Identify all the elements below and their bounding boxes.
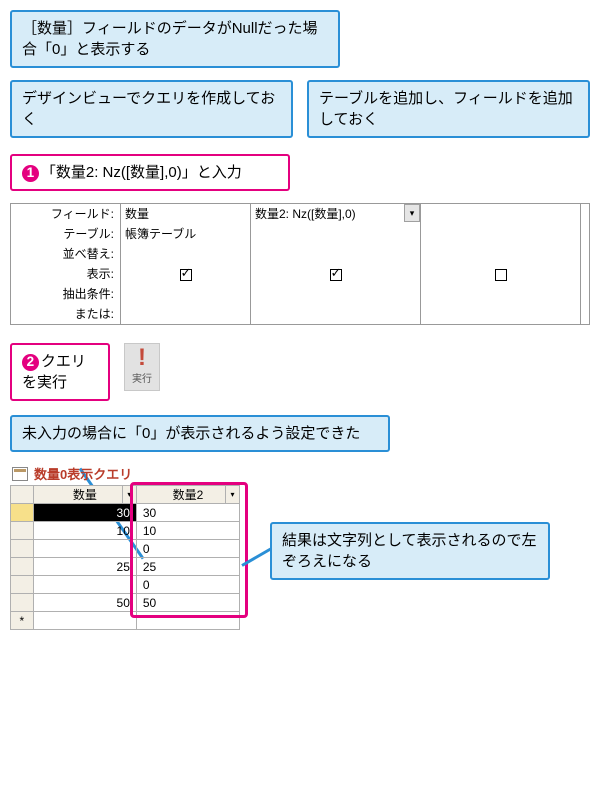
dg-table-1[interactable] <box>251 224 421 244</box>
query-design-grid[interactable]: フィールド: 数量 数量2: Nz([数量],0) ▾ テーブル: 帳簿テーブル… <box>10 203 590 325</box>
dg-criteria-0[interactable] <box>121 284 251 304</box>
dg-sort-1[interactable] <box>251 244 421 264</box>
callout-prep-left: デザインビューでクエリを作成しておく <box>10 80 293 138</box>
result-table[interactable]: 数量▾ 数量2▾ 30 30 10 10 0 25 25 <box>10 485 240 630</box>
callout-intro: ［数量］フィールドのデータがNullだった場合「0」と表示する <box>10 10 340 68</box>
dg-criteria-1[interactable] <box>251 284 421 304</box>
dg-field-1[interactable]: 数量2: Nz([数量],0) ▾ <box>251 204 421 224</box>
chevron-down-icon[interactable]: ▾ <box>122 486 136 503</box>
checkbox-icon[interactable] <box>180 269 192 281</box>
table-row[interactable]: 25 25 <box>11 558 240 576</box>
callout-step1: 1「数量2: Nz([数量],0)」と入力 <box>10 154 290 191</box>
dg-or-1[interactable] <box>251 304 421 324</box>
callout-result-note-text: 未入力の場合に「0」が表示されるよう設定できた <box>22 425 360 442</box>
dg-field-0[interactable]: 数量 <box>121 204 251 224</box>
callout-align-note: 結果は文字列として表示されるので左ぞろえになる <box>270 522 550 580</box>
dg-table-2[interactable] <box>421 224 581 244</box>
callout-step1-text: 「数量2: Nz([数量],0)」と入力 <box>41 164 242 181</box>
dg-or-0[interactable] <box>121 304 251 324</box>
dg-sort-2[interactable] <box>421 244 581 264</box>
datasheet-icon <box>12 467 28 481</box>
run-icon: ! <box>125 348 159 368</box>
result-tab[interactable]: 数量0表示クエリ <box>10 464 590 483</box>
dg-label-criteria: 抽出条件: <box>11 284 121 304</box>
result-tab-title: 数量0表示クエリ <box>34 464 132 483</box>
callout-prep-right-text: テーブルを追加し、フィールドを追加しておく <box>319 90 573 128</box>
table-row[interactable]: 0 <box>11 540 240 558</box>
row-selector[interactable] <box>11 594 34 612</box>
row-selector[interactable] <box>11 576 34 594</box>
dg-show-0[interactable] <box>121 264 251 284</box>
row-selector[interactable] <box>11 540 34 558</box>
checkbox-icon[interactable] <box>330 269 342 281</box>
checkbox-icon[interactable] <box>495 269 507 281</box>
row-selector-header <box>11 486 34 504</box>
callout-prep-left-text: デザインビューでクエリを作成しておく <box>22 90 275 128</box>
dg-label-show: 表示: <box>11 264 121 284</box>
row-selector[interactable] <box>11 558 34 576</box>
dg-label-sort: 並べ替え: <box>11 244 121 264</box>
dg-sort-0[interactable] <box>121 244 251 264</box>
dg-show-1[interactable] <box>251 264 421 284</box>
callout-align-note-text: 結果は文字列として表示されるので左ぞろえになる <box>282 532 537 570</box>
callout-result-note: 未入力の場合に「0」が表示されるよう設定できた <box>10 415 390 452</box>
dg-label-field: フィールド: <box>11 204 121 224</box>
callout-prep-right: テーブルを追加し、フィールドを追加しておく <box>307 80 590 138</box>
dg-table-0[interactable]: 帳簿テーブル <box>121 224 251 244</box>
step2-number: 2 <box>22 354 39 371</box>
run-button-label: 実行 <box>125 370 159 385</box>
field-dropdown-icon[interactable]: ▾ <box>404 204 420 222</box>
result-header-1[interactable]: 数量▾ <box>33 486 136 504</box>
table-row[interactable]: 30 30 <box>11 504 240 522</box>
table-row[interactable]: 0 <box>11 576 240 594</box>
row-selector[interactable] <box>11 522 34 540</box>
callout-step2: 2クエリを実行 <box>10 343 110 401</box>
dg-label-table: テーブル: <box>11 224 121 244</box>
row-selector[interactable] <box>11 504 34 522</box>
dg-show-2[interactable] <box>421 264 581 284</box>
new-row-marker: * <box>11 612 34 630</box>
dg-criteria-2[interactable] <box>421 284 581 304</box>
callout-intro-text: ［数量］フィールドのデータがNullだった場合「0」と表示する <box>22 20 318 58</box>
run-query-button[interactable]: ! 実行 <box>124 343 160 391</box>
step1-number: 1 <box>22 165 39 182</box>
result-header-2[interactable]: 数量2▾ <box>136 486 239 504</box>
chevron-down-icon[interactable]: ▾ <box>225 486 239 503</box>
table-row[interactable]: 50 50 <box>11 594 240 612</box>
table-row[interactable]: 10 10 <box>11 522 240 540</box>
dg-label-or: または: <box>11 304 121 324</box>
dg-or-2[interactable] <box>421 304 581 324</box>
table-new-row[interactable]: * <box>11 612 240 630</box>
dg-field-2[interactable] <box>421 204 581 224</box>
